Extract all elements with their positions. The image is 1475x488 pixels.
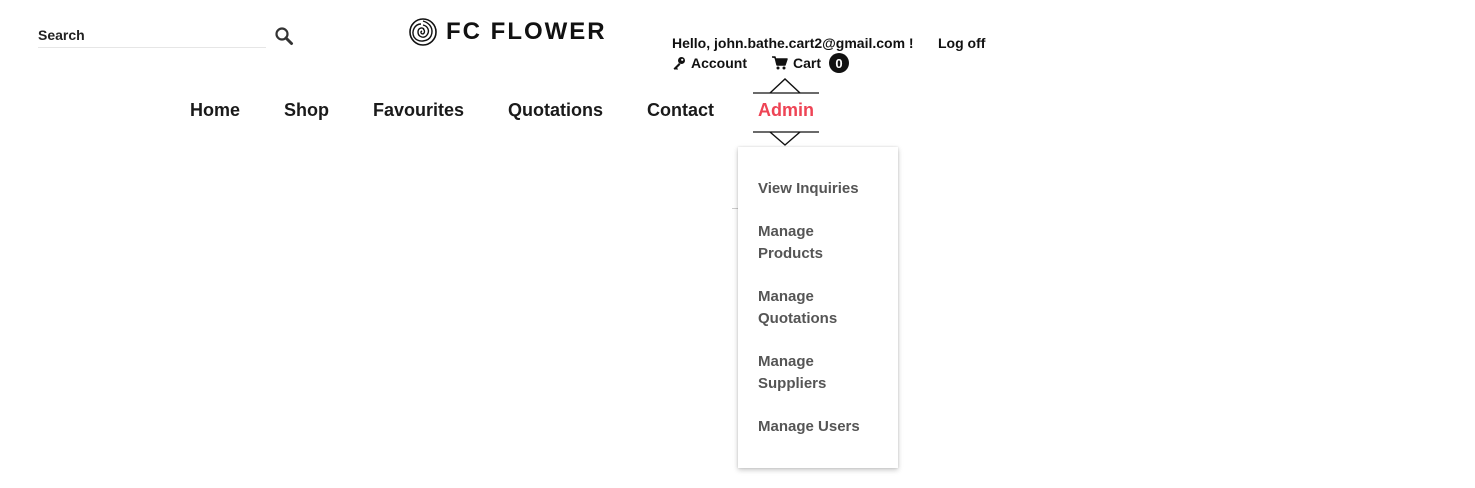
logoff-link[interactable]: Log off bbox=[938, 35, 985, 51]
menu-item-manage-products[interactable]: Manage Products bbox=[758, 221, 848, 265]
admin-dropdown-menu: View Inquiries Manage Products Manage Qu… bbox=[738, 147, 898, 468]
cart-link[interactable]: Cart 0 bbox=[772, 53, 850, 73]
menu-item-manage-quotations[interactable]: Manage Quotations bbox=[758, 286, 848, 330]
nav-shop[interactable]: Shop bbox=[284, 100, 329, 121]
search-input[interactable] bbox=[38, 22, 266, 48]
nav-quotations[interactable]: Quotations bbox=[508, 100, 603, 121]
nav-home[interactable]: Home bbox=[190, 100, 240, 121]
user-greeting: Hello, john.bathe.cart2@gmail.com ! bbox=[672, 35, 914, 51]
nav-favourites[interactable]: Favourites bbox=[373, 100, 464, 121]
cart-icon bbox=[772, 56, 788, 70]
menu-item-manage-suppliers[interactable]: Manage Suppliers bbox=[758, 351, 848, 395]
brand-logo[interactable]: FC FLOWER bbox=[408, 16, 607, 48]
cart-count-badge: 0 bbox=[829, 53, 850, 73]
menu-item-view-inquiries[interactable]: View Inquiries bbox=[758, 178, 888, 200]
rose-logo-icon bbox=[408, 17, 438, 47]
menu-item-manage-users[interactable]: Manage Users bbox=[758, 416, 888, 438]
cart-label: Cart bbox=[793, 55, 822, 71]
account-label: Account bbox=[691, 55, 747, 71]
key-icon bbox=[673, 57, 685, 70]
search-icon[interactable] bbox=[274, 26, 296, 48]
search-bar bbox=[38, 22, 298, 52]
account-link[interactable]: Account bbox=[672, 55, 747, 71]
nav-admin[interactable]: Admin bbox=[758, 100, 814, 121]
nav-contact[interactable]: Contact bbox=[647, 100, 714, 121]
brand-name: FC FLOWER bbox=[446, 18, 607, 45]
